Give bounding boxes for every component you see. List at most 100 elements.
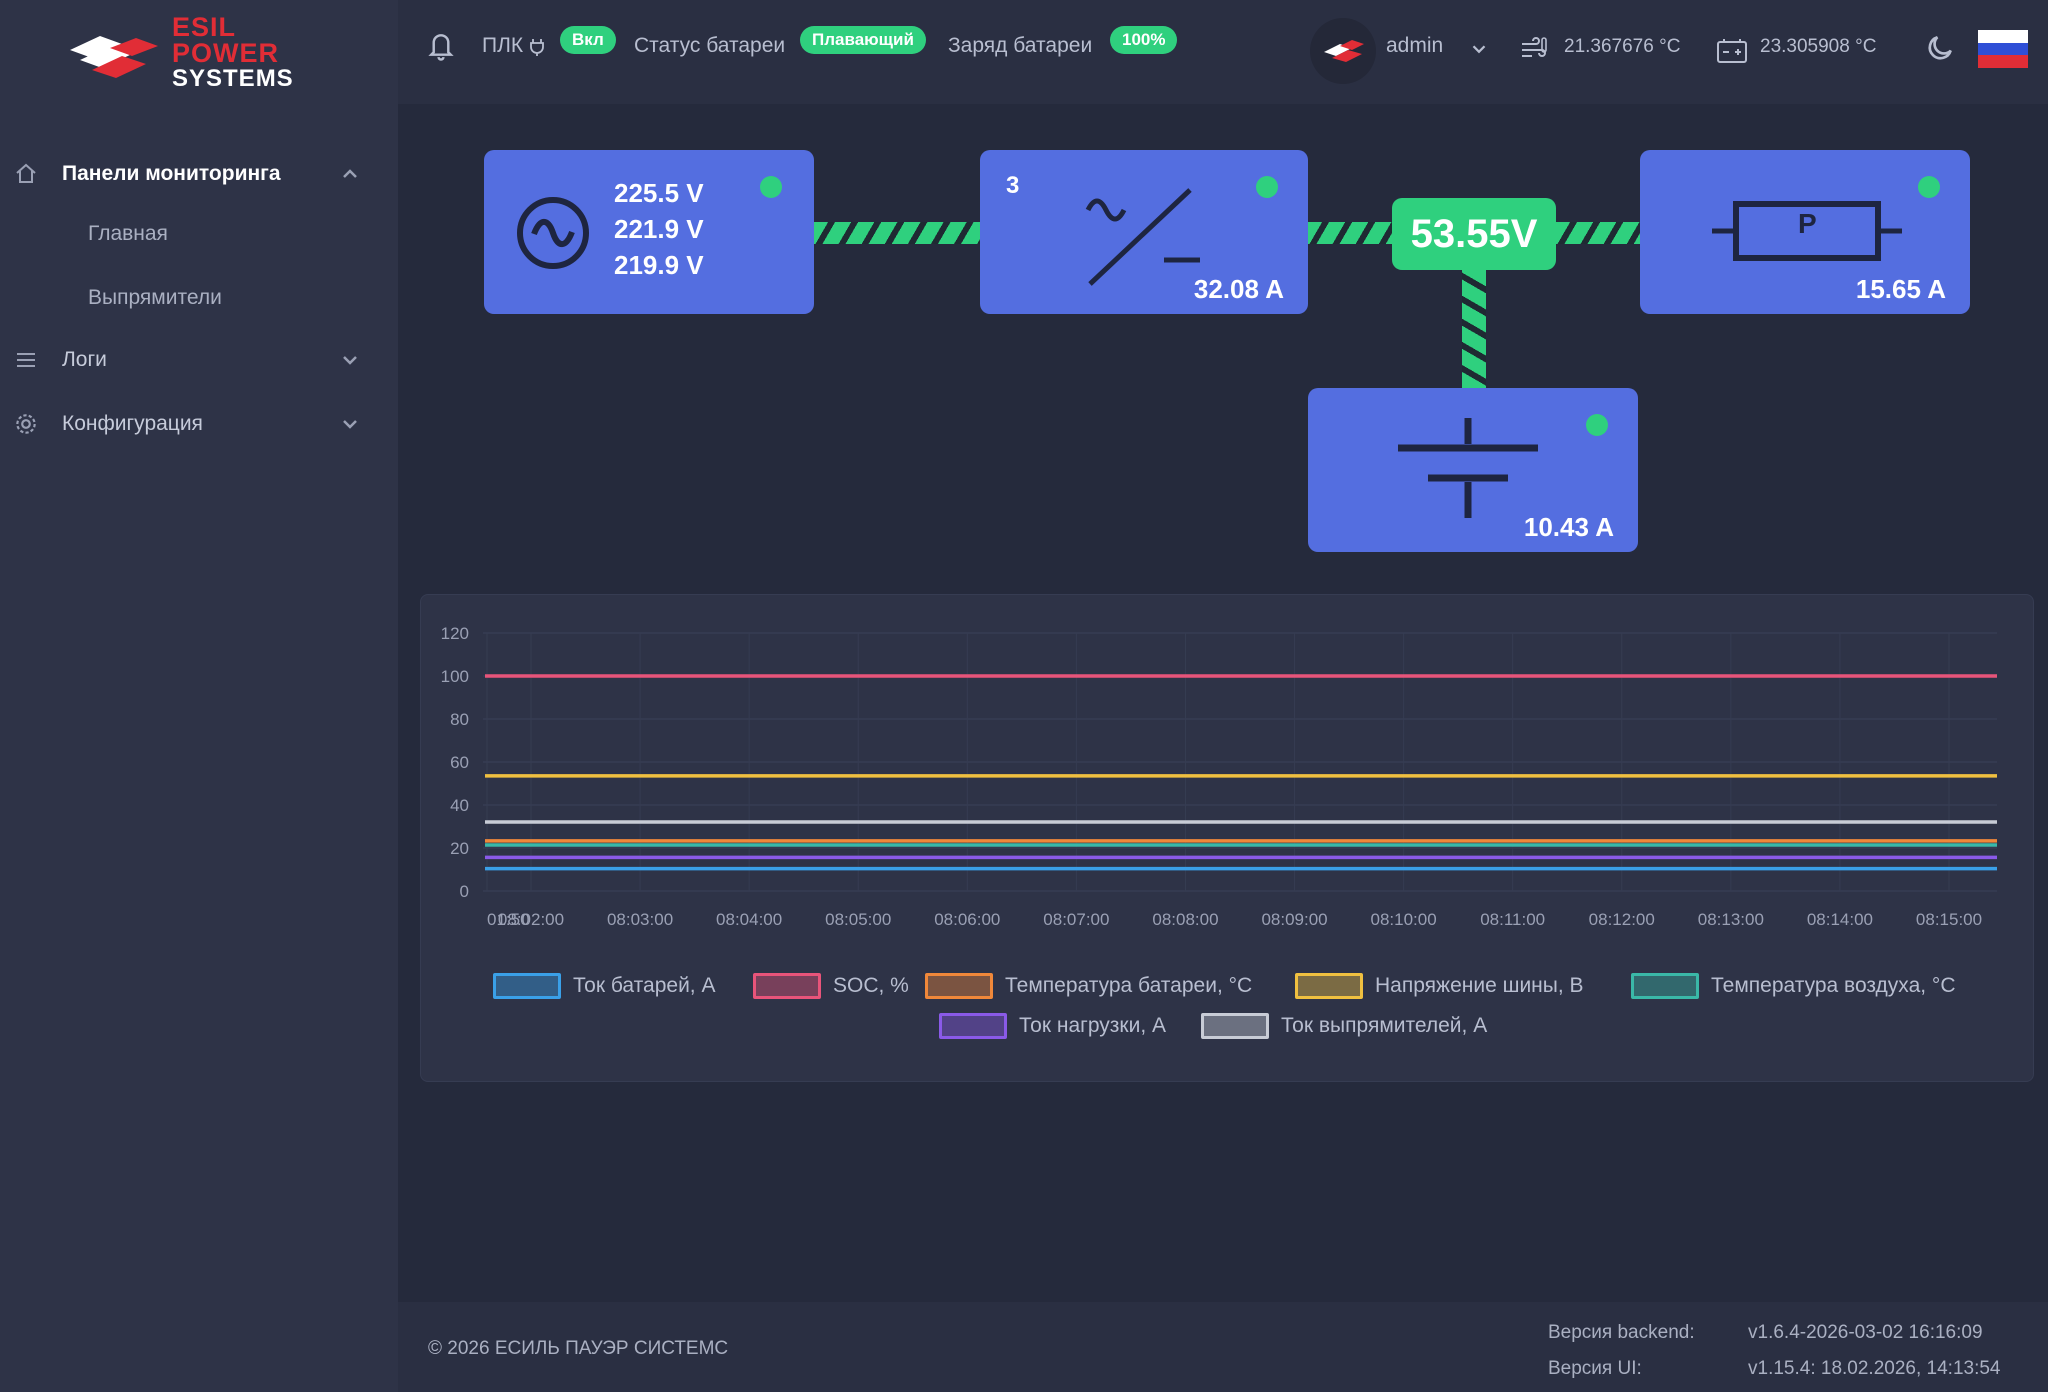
- rectifier-current: 32.08 A: [1193, 274, 1284, 304]
- y-tick-label: 100: [441, 667, 469, 686]
- load-current: 15.65 A: [1855, 274, 1946, 304]
- plc-status-badge: Вкл: [560, 26, 616, 54]
- ac-voltage-l2: 221.9 V: [614, 214, 704, 244]
- avatar[interactable]: [1310, 18, 1376, 84]
- battery-status-dot: [1586, 414, 1608, 436]
- x-tick-label: 08:08:00: [1152, 910, 1218, 929]
- legend-item[interactable]: Напряжение шины, В: [1295, 973, 1584, 999]
- ui-version-label: Версия UI:: [1548, 1358, 1642, 1379]
- y-tick-label: 80: [450, 710, 469, 729]
- sidebar-item-label: Панели мониторинга: [62, 162, 281, 185]
- load-block[interactable]: P 15.65 A: [1640, 150, 1970, 314]
- brand-logo[interactable]: ESIL POWER SYSTEMS: [66, 14, 326, 94]
- gear-icon: [12, 410, 40, 438]
- battery-charge-badge: 100%: [1110, 26, 1178, 54]
- legend-item[interactable]: Ток батарей, А: [493, 973, 715, 999]
- x-tick-label: 08:11:00: [1480, 910, 1545, 929]
- battery-charge-label: Заряд батареи: [948, 34, 1093, 57]
- x-tick-label: 08:09:00: [1261, 910, 1327, 929]
- legend-swatch: [939, 1013, 1007, 1039]
- x-tick-label: 08:07:00: [1043, 910, 1109, 929]
- battery-temperature-value: 23.305908 °C: [1760, 36, 1877, 57]
- legend-label: Ток нагрузки, А: [1019, 1014, 1166, 1037]
- legend-swatch: [1631, 973, 1699, 999]
- rectifier-block[interactable]: 3 32.08 A: [980, 150, 1308, 314]
- sidebar-item-label: Логи: [62, 348, 107, 371]
- chevron-down-icon[interactable]: [1468, 38, 1490, 65]
- legend-label: Температура батареи, °C: [1005, 974, 1253, 997]
- list-icon: [12, 346, 40, 374]
- chart-panel: 0 20 40 60 80 100 120 01:50 08:02:00 08:03:00 08:0…: [420, 594, 2034, 1082]
- y-tick-label: 0: [460, 882, 469, 901]
- air-temperature-value: 21.367676 °C: [1564, 36, 1681, 57]
- x-tick-label: 08:13:00: [1698, 910, 1764, 929]
- legend-item[interactable]: Ток нагрузки, А: [939, 1013, 1166, 1039]
- backend-version-value: v1.6.4-2026-03-02 16:16:09: [1748, 1322, 1983, 1343]
- sidebar-item-configuration[interactable]: Конфигурация: [0, 398, 398, 450]
- ac-input-block[interactable]: 225.5 V 221.9 V 219.9 V: [484, 150, 814, 314]
- ui-version-value: v1.15.4: 18.02.2026, 14:13:54: [1748, 1358, 2001, 1379]
- x-tick-label: 08:04:00: [716, 910, 782, 929]
- legend-label: Напряжение шины, В: [1375, 974, 1584, 997]
- sidebar-subitem-main[interactable]: Главная: [88, 222, 168, 246]
- brand-name: ESIL POWER SYSTEMS: [172, 12, 294, 92]
- x-tick-label: 08:03:00: [607, 910, 673, 929]
- air-temperature-icon: [1520, 36, 1550, 69]
- load-status-dot: [1918, 176, 1940, 198]
- legend-swatch: [753, 973, 821, 999]
- sidebar-item-label: Конфигурация: [62, 412, 203, 435]
- line-chart[interactable]: 02040608010012001:5008:02:00 08:03:00 08:0…: [421, 595, 2033, 935]
- sidebar-item-dashboards[interactable]: Панели мониторинга: [0, 148, 398, 200]
- x-tick-label: 08:14:00: [1807, 910, 1873, 929]
- legend-item[interactable]: Температура батареи, °C: [925, 973, 1252, 999]
- home-icon: [12, 160, 40, 188]
- legend-label: Ток батарей, А: [573, 974, 716, 997]
- chevron-down-icon: [338, 412, 362, 436]
- chevron-up-icon: [338, 162, 362, 186]
- legend-item[interactable]: Ток выпрямителей, А: [1201, 1013, 1487, 1039]
- battery-status-badge: Плавающий: [800, 26, 926, 54]
- legend-item[interactable]: SOC, %: [753, 973, 909, 999]
- x-tick-label: 08:12:00: [1589, 910, 1655, 929]
- dc-bus-right: [1554, 222, 1642, 244]
- plc-label: ПЛК: [482, 34, 524, 57]
- x-tick-label: 08:02:00: [498, 910, 564, 929]
- rectifier-status-dot: [1256, 176, 1278, 198]
- x-tick-label: 08:06:00: [934, 910, 1000, 929]
- sidebar-subitem-rectifiers[interactable]: Выпрямители: [88, 286, 222, 310]
- plug-icon: [530, 38, 544, 61]
- copyright: © 2026 ЕСИЛЬ ПАУЭР СИСТЕМС: [428, 1338, 729, 1359]
- y-tick-label: 120: [441, 624, 469, 643]
- x-tick-label: 08:05:00: [825, 910, 891, 929]
- footer: © 2026 ЕСИЛЬ ПАУЭР СИСТЕМС Версия backen…: [398, 1302, 2048, 1392]
- y-tick-label: 20: [450, 839, 469, 858]
- legend-swatch: [493, 973, 561, 999]
- battery-temperature-icon: [1716, 36, 1748, 69]
- battery-icon: [1398, 418, 1538, 518]
- user-name[interactable]: admin: [1386, 34, 1443, 58]
- rectifier-icon: [1085, 188, 1200, 286]
- bell-icon[interactable]: [426, 28, 456, 67]
- y-tick-label: 60: [450, 753, 469, 772]
- x-tick-label: 08:15:00: [1916, 910, 1982, 929]
- moon-icon[interactable]: [1924, 32, 1956, 69]
- legend-item[interactable]: Температура воздуха, °C: [1631, 973, 1955, 999]
- dc-bus-left: [1306, 222, 1396, 244]
- sidebar-item-logs[interactable]: Логи: [0, 334, 398, 386]
- x-tick-label: 08:10:00: [1371, 910, 1437, 929]
- ac-status-dot: [760, 176, 782, 198]
- ac-source-icon: [517, 197, 589, 269]
- ac-voltage-l1: 225.5 V: [614, 178, 704, 208]
- load-label: P: [1798, 208, 1817, 239]
- dc-bus-battery: [1462, 270, 1486, 388]
- russia-flag-icon[interactable]: [1978, 30, 2028, 68]
- top-bar: ПЛК Вкл Статус батареи Плавающий Заряд б…: [398, 0, 2048, 104]
- backend-version-label: Версия backend:: [1548, 1322, 1695, 1343]
- y-tick-label: 40: [450, 796, 469, 815]
- rectifier-count: 3: [1006, 172, 1020, 199]
- legend-label: Температура воздуха, °C: [1711, 974, 1956, 997]
- legend-label: Ток выпрямителей, А: [1281, 1014, 1488, 1037]
- legend-label: SOC, %: [833, 974, 909, 997]
- logo-icon: [70, 36, 158, 78]
- battery-block[interactable]: 10.43 A: [1308, 388, 1638, 552]
